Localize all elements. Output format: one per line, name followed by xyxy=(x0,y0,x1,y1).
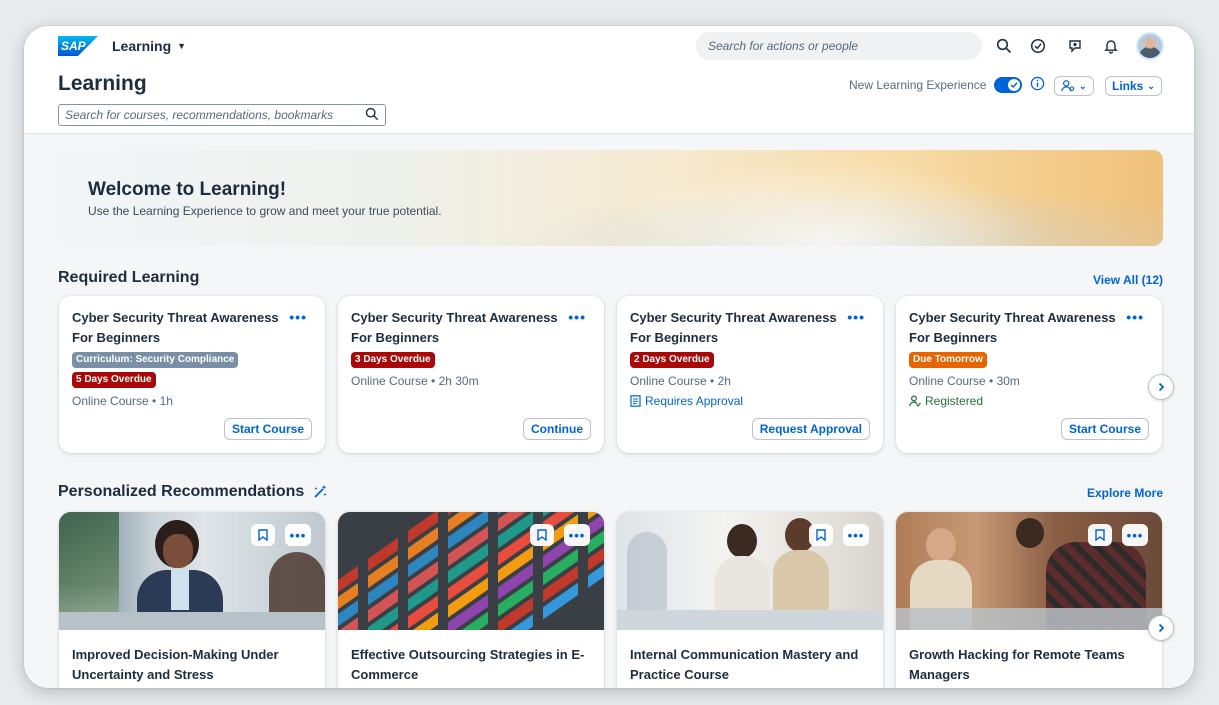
search-icon[interactable] xyxy=(365,107,379,127)
course-title[interactable]: Cyber Security Threat Awareness For Begi… xyxy=(909,308,1124,348)
recommendation-card[interactable]: ••• Internal Communication Mastery and P… xyxy=(617,512,883,688)
caret-down-icon: ▼ xyxy=(177,41,187,51)
course-meta: Online Course • 30m xyxy=(909,374,1020,388)
start-course-button[interactable]: Start Course xyxy=(223,418,312,440)
user-menu-button[interactable]: ⌄ xyxy=(1054,76,1094,96)
bell-icon[interactable] xyxy=(1101,36,1121,56)
search-icon[interactable] xyxy=(994,36,1014,56)
user-check-icon xyxy=(909,395,921,407)
sap-logo-text: SAP xyxy=(61,39,87,53)
info-icon[interactable] xyxy=(1030,76,1045,94)
recommendations-title: Personalized Recommendations xyxy=(58,483,328,501)
continue-button[interactable]: Continue xyxy=(523,418,591,440)
overdue-tag: 2 Days Overdue xyxy=(630,352,714,368)
links-label: Links xyxy=(1112,79,1144,93)
course-search-placeholder: Search for courses, recommendations, boo… xyxy=(65,108,334,122)
curriculum-tag: Curriculum: Security Compliance xyxy=(72,352,239,368)
approval-status: Requires Approval xyxy=(630,394,870,408)
course-title[interactable]: Cyber Security Threat Awareness For Begi… xyxy=(351,308,566,348)
global-search-input[interactable]: Search for actions or people xyxy=(696,32,982,60)
due-tag: Due Tomorrow xyxy=(909,352,987,368)
carousel-next-button[interactable] xyxy=(1148,374,1174,400)
more-options-icon[interactable]: ••• xyxy=(843,524,869,546)
more-options-icon[interactable]: ••• xyxy=(1122,524,1148,546)
document-icon xyxy=(630,395,641,407)
required-card[interactable]: Cyber Security Threat Awareness For Begi… xyxy=(617,296,883,453)
new-learning-experience: New Learning Experience xyxy=(849,76,1045,94)
registered-status: Registered xyxy=(909,394,1149,408)
shell-bar: SAP Learning ▼ Search for actions or peo… xyxy=(24,26,1194,134)
course-title[interactable]: Growth Hacking for Remote Teams Managers xyxy=(896,630,1162,685)
course-title[interactable]: Internal Communication Mastery and Pract… xyxy=(617,630,883,685)
product-switch[interactable]: Learning ▼ xyxy=(112,38,186,54)
more-options-icon[interactable]: ••• xyxy=(289,309,307,325)
required-card[interactable]: Cyber Security Threat Awareness For Begi… xyxy=(338,296,604,453)
chevron-down-icon: ⌄ xyxy=(1079,80,1087,91)
checkmark-icon xyxy=(1008,79,1021,91)
page-title: Learning xyxy=(58,72,147,95)
chevron-down-icon: ⌄ xyxy=(1147,80,1155,91)
registered-status-text: Registered xyxy=(925,394,984,408)
start-course-button[interactable]: Start Course xyxy=(1060,418,1149,440)
recommendation-card[interactable]: ••• Growth Hacking for Remote Teams Mana… xyxy=(896,512,1162,688)
bookmark-icon[interactable] xyxy=(1088,524,1112,546)
more-options-icon[interactable]: ••• xyxy=(564,524,590,546)
recommendations-heading: Personalized Recommendations xyxy=(58,483,305,500)
request-approval-button[interactable]: Request Approval xyxy=(751,418,870,440)
approval-status-text: Requires Approval xyxy=(645,394,744,408)
chevron-right-icon xyxy=(1158,623,1165,633)
new-experience-toggle[interactable] xyxy=(994,77,1023,93)
chevron-right-icon xyxy=(1158,382,1165,392)
user-settings-icon xyxy=(1061,80,1075,92)
required-card[interactable]: Cyber Security Threat Awareness For Begi… xyxy=(59,296,325,453)
view-all-link[interactable]: View All (12) xyxy=(1093,273,1163,287)
more-options-icon[interactable]: ••• xyxy=(285,524,311,546)
recommendation-card[interactable]: ••• Improved Decision-Making Under Uncer… xyxy=(59,512,325,688)
required-learning-title: Required Learning xyxy=(58,269,199,287)
course-image[interactable]: ••• xyxy=(896,512,1162,630)
course-meta: Online Course • 2h xyxy=(630,374,731,388)
overdue-tag: 3 Days Overdue xyxy=(351,352,435,368)
course-title[interactable]: Cyber Security Threat Awareness For Begi… xyxy=(630,308,845,348)
welcome-banner: Welcome to Learning! Use the Learning Ex… xyxy=(58,150,1163,246)
product-label: Learning xyxy=(112,38,172,54)
course-title[interactable]: Cyber Security Threat Awareness For Begi… xyxy=(72,308,287,348)
bookmark-icon[interactable] xyxy=(809,524,833,546)
required-learning-heading: Required Learning xyxy=(58,269,200,286)
check-circle-icon[interactable] xyxy=(1028,36,1048,56)
banner-subtitle: Use the Learning Experience to grow and … xyxy=(88,204,442,218)
ai-assistant-icon[interactable] xyxy=(1065,36,1085,56)
avatar[interactable] xyxy=(1136,32,1164,60)
more-options-icon[interactable]: ••• xyxy=(847,309,865,325)
course-meta: Online Course • 2h 30m xyxy=(351,374,479,388)
explore-more-link[interactable]: Explore More xyxy=(1087,486,1163,500)
more-options-icon[interactable]: ••• xyxy=(1126,309,1144,325)
magic-wand-icon xyxy=(314,485,327,498)
overdue-tag: 5 Days Overdue xyxy=(72,372,156,388)
required-card[interactable]: Cyber Security Threat Awareness For Begi… xyxy=(896,296,1162,453)
bookmark-icon[interactable] xyxy=(530,524,554,546)
course-title[interactable]: Improved Decision-Making Under Uncertain… xyxy=(59,630,325,685)
course-image[interactable]: ••• xyxy=(338,512,604,630)
recommendation-card[interactable]: ••• Effective Outsourcing Strategies in … xyxy=(338,512,604,688)
course-image[interactable]: ••• xyxy=(617,512,883,630)
bookmark-icon[interactable] xyxy=(251,524,275,546)
carousel-next-button[interactable] xyxy=(1148,615,1174,641)
links-button[interactable]: Links ⌄ xyxy=(1105,76,1162,96)
app-window: SAP Learning ▼ Search for actions or peo… xyxy=(24,26,1194,688)
banner-title: Welcome to Learning! xyxy=(88,179,287,200)
more-options-icon[interactable]: ••• xyxy=(568,309,586,325)
new-experience-label: New Learning Experience xyxy=(849,78,987,92)
course-title[interactable]: Effective Outsourcing Strategies in E-Co… xyxy=(338,630,604,685)
course-meta: Online Course • 1h xyxy=(72,394,173,408)
sap-logo[interactable]: SAP xyxy=(58,36,98,56)
course-image[interactable]: ••• xyxy=(59,512,325,630)
course-search-input[interactable]: Search for courses, recommendations, boo… xyxy=(58,104,386,126)
